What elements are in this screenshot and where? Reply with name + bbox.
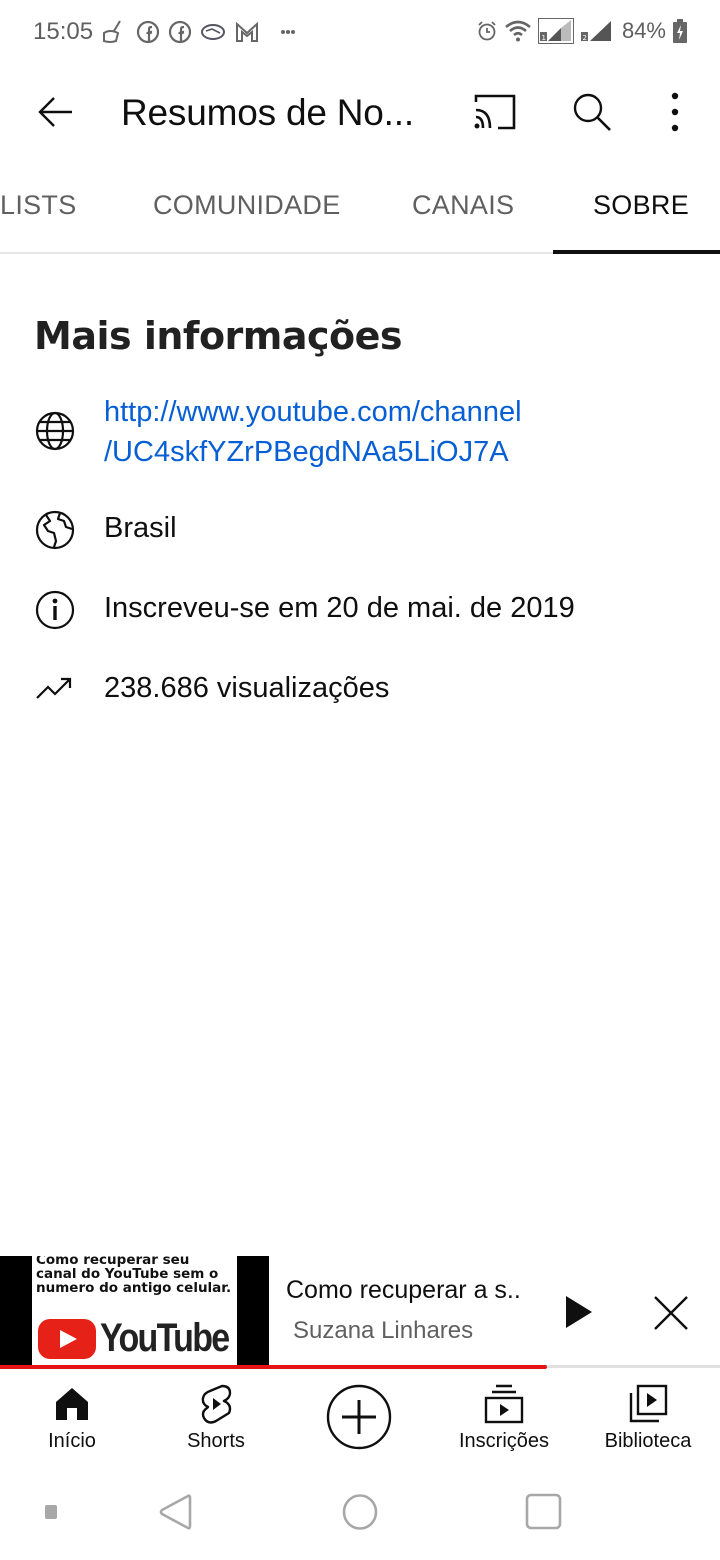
- wifi-icon: [505, 20, 531, 42]
- home-icon: [56, 1388, 88, 1420]
- battery-charging-icon: [673, 19, 687, 43]
- system-recents-icon[interactable]: [524, 1492, 564, 1532]
- country-text: Brasil: [104, 512, 177, 544]
- info-icon: [35, 590, 75, 630]
- system-back-icon[interactable]: [156, 1492, 196, 1532]
- tab-playlists[interactable]: LISTS: [0, 190, 77, 221]
- system-status-icons: 1 2 84%: [476, 18, 688, 44]
- mini-player-title[interactable]: Como recuperar a s..: [286, 1276, 521, 1305]
- create-icon[interactable]: [326, 1384, 392, 1450]
- bottom-navigation: Início Shorts Inscrições Biblioteca: [0, 1370, 720, 1466]
- nav-label: Início: [48, 1430, 96, 1452]
- facebook-icon: [136, 20, 160, 44]
- thumbnail-text-line: numero do antigo celular.: [36, 1280, 232, 1296]
- system-home-icon[interactable]: [340, 1492, 380, 1532]
- earth-icon: [35, 510, 75, 550]
- mini-player-thumbnail[interactable]: Como recuperar seu canal do YouTube sem …: [0, 1256, 269, 1366]
- mini-player[interactable]: Como recuperar seu canal do YouTube sem …: [0, 1256, 720, 1368]
- mini-player-channel: Suzana Linhares: [293, 1317, 474, 1344]
- more-vert-icon[interactable]: [660, 90, 690, 134]
- dock-toggle-icon[interactable]: [44, 1504, 58, 1520]
- tab-comunidade[interactable]: COMUNIDADE: [153, 190, 341, 221]
- notification-icons: [100, 19, 300, 45]
- facebook-icon: [168, 20, 192, 44]
- svg-text:1: 1: [541, 34, 545, 42]
- youtube-logo: YouTube: [38, 1316, 251, 1361]
- thumbnail-card: Como recuperar seu canal do YouTube sem …: [32, 1256, 237, 1366]
- tab-sobre[interactable]: SOBRE: [593, 190, 689, 221]
- joined-date-text: Inscreveu-se em 20 de mai. de 2019: [104, 592, 575, 624]
- nav-item-inscricoes[interactable]: Inscrições: [434, 1370, 574, 1466]
- more-notifications-icon: [281, 30, 295, 34]
- views-text: 238.686 visualizações: [104, 672, 390, 704]
- mini-player-progress-track: [0, 1365, 720, 1369]
- sim2-signal-icon: 2: [580, 21, 611, 42]
- youtube-wordmark: YouTube: [100, 1316, 230, 1360]
- tab-canais[interactable]: CANAIS: [412, 190, 514, 221]
- battery-percent: 84%: [621, 18, 666, 43]
- system-navigation-bar: [0, 1466, 720, 1560]
- play-icon[interactable]: [560, 1292, 596, 1332]
- status-bar: 15:05 1 2 84%: [0, 0, 720, 64]
- sim1-signal-icon: 1: [537, 18, 574, 44]
- nav-item-biblioteca[interactable]: Biblioteca: [578, 1370, 718, 1466]
- gmail-icon: [236, 21, 258, 42]
- back-arrow-icon[interactable]: [34, 90, 78, 134]
- nav-label: Shorts: [187, 1430, 245, 1452]
- handshake-app-icon: [201, 24, 225, 40]
- channel-title: Resumos de No...: [121, 92, 414, 133]
- subscriptions-icon: [484, 1384, 524, 1424]
- svg-text:2: 2: [582, 34, 586, 42]
- globe-icon: [35, 411, 75, 451]
- status-time: 15:05: [33, 18, 94, 45]
- channel-tabs: LISTS COMUNIDADE CANAIS SOBRE: [0, 160, 720, 254]
- cast-icon[interactable]: [472, 92, 518, 132]
- nav-label: Biblioteca: [604, 1430, 692, 1452]
- nav-item-inicio[interactable]: Início: [2, 1370, 142, 1466]
- section-title: Mais informações: [34, 314, 403, 358]
- shorts-icon: [201, 1384, 232, 1424]
- nav-item-shorts[interactable]: Shorts: [146, 1370, 286, 1466]
- close-icon[interactable]: [650, 1292, 692, 1334]
- active-tab-indicator: [553, 250, 720, 254]
- trending-up-icon: [36, 677, 72, 699]
- library-icon: [629, 1384, 668, 1423]
- youtube-play-logo-icon: [38, 1318, 96, 1359]
- channel-link-line1[interactable]: http://www.youtube.com/channel: [104, 396, 522, 428]
- search-icon[interactable]: [570, 90, 614, 134]
- mini-player-progress-fill: [0, 1365, 548, 1369]
- alarm-icon: [478, 21, 496, 41]
- channel-link-line2[interactable]: /UC4skfYZrPBegdNAa5LiOJ7A: [104, 436, 509, 468]
- cleaner-icon: [103, 20, 121, 43]
- top-app-bar: Resumos de No...: [0, 64, 720, 160]
- channel-link[interactable]: http://www.youtube.com/channel/UC4skfYZr…: [104, 392, 522, 472]
- nav-label: Inscrições: [458, 1430, 550, 1452]
